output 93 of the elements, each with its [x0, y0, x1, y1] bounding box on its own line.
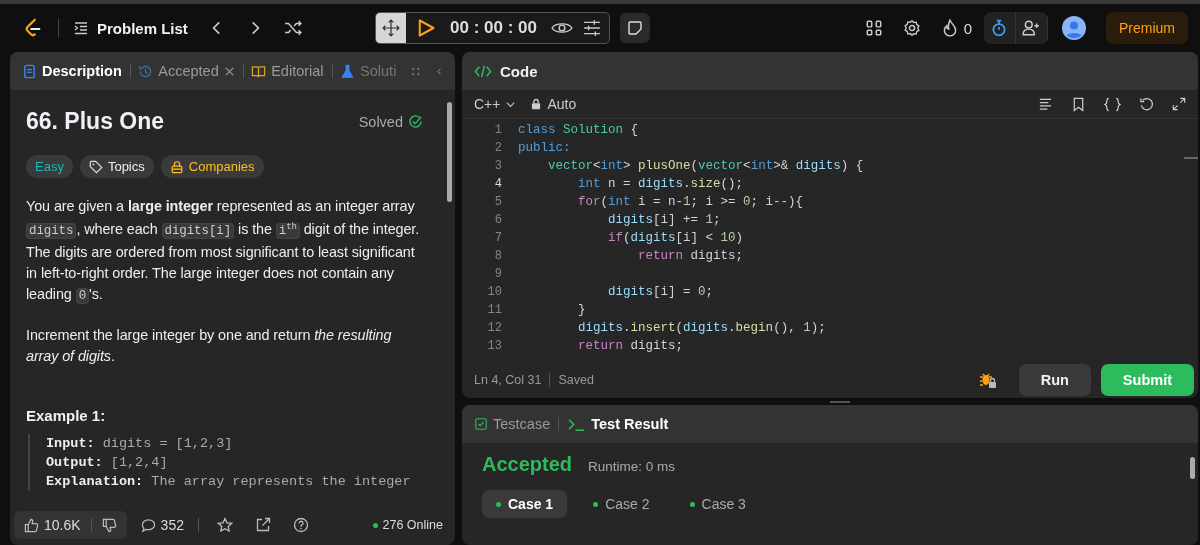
tag-icon [88, 159, 103, 174]
line-number: 4 [493, 177, 502, 191]
move-icon[interactable] [382, 19, 400, 37]
history-icon [138, 63, 154, 79]
timer-display: 00 : 00 : 00 [450, 18, 537, 38]
line-number: 9 [493, 267, 502, 281]
sliders-icon[interactable] [582, 19, 601, 37]
code-icon [474, 63, 492, 79]
panel-title: Code [500, 62, 538, 80]
save-status: Saved [558, 373, 594, 387]
line-number: 13 [486, 339, 502, 353]
line-number: 1 [493, 123, 502, 137]
add-person-icon [1022, 19, 1041, 37]
code-line: digits.insert(digits.begin(), 1); [577, 321, 826, 335]
star-icon[interactable] [216, 517, 233, 533]
problem-title: 66. Plus One [26, 108, 165, 135]
bookmark-icon[interactable] [1071, 96, 1086, 112]
difficulty-badge: Easy [26, 155, 73, 178]
book-icon [251, 63, 267, 79]
code-line: int n = digits.size(); [577, 177, 744, 191]
braces-icon[interactable] [1104, 96, 1121, 112]
line-number: 3 [493, 159, 502, 173]
undo-icon[interactable] [1139, 96, 1154, 112]
share-icon[interactable] [254, 517, 271, 533]
line-number: 6 [493, 213, 502, 227]
checkbox-icon [474, 417, 488, 431]
close-icon[interactable] [223, 65, 235, 77]
expand-icon[interactable] [1172, 97, 1186, 111]
example-line: Output: [1,2,4] [46, 454, 169, 473]
note-button[interactable] [619, 13, 650, 43]
code-line: return digits; [577, 339, 684, 353]
settings-icon[interactable] [902, 19, 921, 37]
panel-tab[interactable]: Test Result [567, 416, 669, 432]
description-paragraph: You are given a large integer represented as an integer array digits , where each digits[i] is the i$^{th}$ digit of the integer. The digits are ordered from most significant to least significant in left-to-right order. The large integer does not contain any leading 0 's. [26, 197, 421, 307]
play-icon[interactable] [416, 18, 436, 38]
solved-status: Solved [358, 113, 403, 130]
panel-tab[interactable]: Testcase [474, 416, 551, 432]
code-line: vector<int> plusOne(vector<int>& digits) { [547, 159, 864, 173]
terminal-icon [567, 416, 587, 432]
example-line: Input: digits = [1,2,3] [46, 435, 234, 454]
verdict-text: Accepted [482, 453, 573, 476]
language-dropdown[interactable]: C++ [474, 96, 517, 112]
runtime-text: Runtime: 0 ms [588, 459, 676, 474]
line-number: 2 [493, 141, 502, 155]
line-number: 5 [493, 195, 502, 209]
auto-mode-button[interactable]: Auto [530, 96, 577, 112]
example-heading: Example 1: [26, 407, 107, 425]
flask-icon [340, 63, 356, 79]
online-count: 276 Online [372, 518, 443, 532]
thumbs-up-icon [24, 517, 39, 533]
panel-tab[interactable]: Editorial [251, 63, 324, 79]
debug-lock-icon[interactable] [978, 371, 997, 389]
panel-tab[interactable]: Description [22, 63, 122, 79]
help-icon[interactable] [292, 517, 309, 533]
code-line: if(digits[i] < 10) [607, 231, 744, 245]
line-number: 7 [493, 231, 502, 245]
line-number: 10 [486, 285, 502, 299]
example-line: Explanation: The array represents the integer [46, 473, 412, 492]
line-number: 8 [493, 249, 502, 263]
avatar-icon[interactable] [1062, 16, 1086, 40]
problem-list-button[interactable]: Problem List [73, 19, 188, 37]
code-line: public: [518, 141, 571, 155]
shuffle-icon[interactable] [283, 19, 302, 37]
code-line: } [577, 303, 586, 317]
code-line: digits[i] += 1; [607, 213, 721, 227]
code-line: return digits; [637, 249, 744, 263]
layout-icon[interactable] [864, 19, 883, 37]
cursor-position: Ln 4, Col 31 [474, 373, 542, 387]
lock-icon [530, 98, 543, 110]
format-icon[interactable] [1038, 96, 1053, 112]
case-tab[interactable]: Case 1 [482, 490, 568, 518]
lock-icon [169, 159, 184, 174]
like-button[interactable]: 10.6K [24, 517, 81, 533]
premium-button[interactable]: Premium [1106, 12, 1188, 44]
line-number: 12 [486, 321, 502, 335]
tag-chip[interactable]: Topics [79, 155, 154, 178]
run-button[interactable]: Run [1018, 364, 1091, 396]
comment-icon [140, 517, 156, 533]
list-icon [73, 20, 89, 36]
note-icon [626, 20, 643, 36]
panel-tab[interactable]: Accepted [138, 63, 235, 79]
code-line: class Solution { [518, 123, 639, 137]
document-icon [22, 63, 37, 79]
comments-button[interactable]: 352 [140, 517, 184, 533]
code-line: digits[i] = 0; [607, 285, 714, 299]
streak-count: 0 [963, 19, 972, 37]
code-line: for(int i = n-1; i >= 0; i--){ [577, 195, 804, 209]
tag-chip[interactable]: Companies [160, 155, 264, 178]
thumbs-down-icon[interactable] [101, 517, 117, 533]
case-tab[interactable]: Case 3 [675, 490, 760, 518]
case-tab[interactable]: Case 2 [579, 490, 664, 518]
line-number: 11 [486, 303, 502, 317]
description-paragraph: Increment the large integer by one and return the resulting array of digits. [26, 326, 393, 367]
